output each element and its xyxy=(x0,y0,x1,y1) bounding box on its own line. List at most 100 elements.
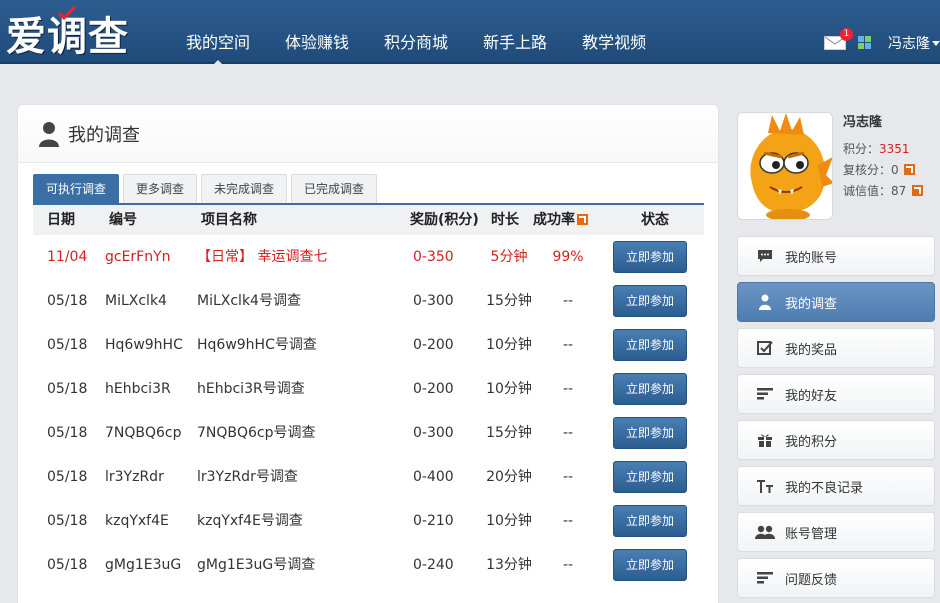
row-code: kzqYxf4E xyxy=(105,513,169,529)
lines-icon xyxy=(755,568,775,588)
join-button[interactable]: 立即参加 xyxy=(613,505,687,537)
tab-unfinished[interactable]: 未完成调查 xyxy=(201,174,288,203)
mail-icon[interactable]: 1 xyxy=(824,28,853,50)
table-row: 05/18 7NQBQ6cp 7NQBQ6cp号调查 0-300 15分钟 -- 立即参加 xyxy=(33,411,704,455)
join-button[interactable]: 立即参加 xyxy=(613,373,687,405)
nav-my-space[interactable]: 我的空间 xyxy=(172,0,264,66)
gift-icon xyxy=(755,430,775,450)
sidebar-menu: 我的账号 我的调查 我的奖品 我的好友 我的积分 我的不良记录 账号管理 问题反… xyxy=(737,236,935,603)
my-surveys-panel: 我的调查 可执行调查 更多调查 未完成调查 已完成调查 日期 编号 项目名称 奖… xyxy=(17,104,719,603)
tt-icon xyxy=(755,476,775,496)
row-name: Hq6w9hHC号调查 xyxy=(197,337,317,353)
sidebar-item-account[interactable]: 我的账号 xyxy=(737,236,935,276)
review-label: 复核分： xyxy=(843,163,892,177)
avatar[interactable] xyxy=(737,112,833,220)
sidebar-item-feedback[interactable]: 问题反馈 xyxy=(737,558,935,598)
nav-points-mall[interactable]: 积分商城 xyxy=(370,0,462,64)
sidebar-item-friends[interactable]: 我的好友 xyxy=(737,374,935,414)
review-line: 复核分：0 xyxy=(843,160,923,181)
row-name: 7NQBQ6cp号调查 xyxy=(197,425,316,441)
tab-finished[interactable]: 已完成调查 xyxy=(291,174,378,203)
lines-icon xyxy=(755,384,775,404)
nav-videos[interactable]: 教学视频 xyxy=(568,0,660,64)
col-reward: 奖励(积分) xyxy=(410,212,479,228)
site-logo[interactable]: 爱调查 xyxy=(6,6,129,60)
table-row: 05/18 MiLXclk4 MiLXclk4号调查 0-300 15分钟 -- 立即参加 xyxy=(33,279,704,323)
sidebar-item-prizes[interactable]: 我的奖品 xyxy=(737,328,935,368)
row-code: MiLXclk4 xyxy=(105,293,167,309)
sidebar-item-label: 我的不良记录 xyxy=(785,480,864,496)
join-button[interactable]: 立即参加 xyxy=(613,417,687,449)
sidebar-item-label: 我的奖品 xyxy=(785,342,838,358)
nav-newbie[interactable]: 新手上路 xyxy=(469,0,561,64)
col-rate: 成功率 xyxy=(533,205,588,235)
help-icon[interactable] xyxy=(577,214,588,225)
apps-grid-icon[interactable] xyxy=(858,36,872,50)
sidebar-item-bad-records[interactable]: 我的不良记录 xyxy=(737,466,935,506)
top-navbar: 爱调查 我的空间 体验赚钱 积分商城 新手上路 教学视频 1 冯志隆 xyxy=(0,0,940,66)
row-rate: 99% xyxy=(552,249,584,265)
panel-header: 我的调查 xyxy=(18,105,718,163)
col-status: 状态 xyxy=(641,212,669,228)
row-code: 7NQBQ6cp xyxy=(105,425,182,441)
points-label: 积分： xyxy=(843,142,880,156)
review-help-icon[interactable] xyxy=(904,164,916,175)
row-name: lr3YzRdr号调查 xyxy=(197,469,298,485)
row-duration: 10分钟 xyxy=(486,381,532,397)
row-code: gcErFnYn xyxy=(105,249,171,265)
row-duration: 20分钟 xyxy=(486,469,532,485)
join-button[interactable]: 立即参加 xyxy=(613,329,687,361)
row-date: 05/18 xyxy=(47,425,88,441)
credit-help-icon[interactable] xyxy=(912,185,924,196)
table-row: 05/18 lr3YzRdr lr3YzRdr号调查 0-400 20分钟 -- 立即参加 xyxy=(33,455,704,499)
tab-more[interactable]: 更多调查 xyxy=(123,174,198,203)
row-duration: 15分钟 xyxy=(486,425,532,441)
row-reward: 0-200 xyxy=(413,337,454,353)
row-name: kzqYxf4E号调查 xyxy=(197,513,303,529)
profile-card: 冯志隆 积分：3351 复核分：0 诚信值：87 xyxy=(737,112,940,222)
row-code: lr3YzRdr xyxy=(105,469,164,485)
row-rate: -- xyxy=(562,469,574,485)
row-duration: 10分钟 xyxy=(486,337,532,353)
chat-icon xyxy=(755,246,775,266)
sidebar-item-label: 账号管理 xyxy=(785,526,838,542)
sidebar-item-surveys[interactable]: 我的调查 xyxy=(737,282,935,322)
col-name: 项目名称 xyxy=(201,212,257,228)
sidebar-item-label: 我的调查 xyxy=(785,296,838,312)
sidebar-item-account-manage[interactable]: 账号管理 xyxy=(737,512,935,552)
row-rate: -- xyxy=(562,381,574,397)
row-reward: 0-200 xyxy=(413,381,454,397)
row-name: gMg1E3uG号调查 xyxy=(197,557,316,573)
person-icon xyxy=(755,292,775,312)
row-reward: 0-300 xyxy=(413,293,454,309)
row-code: hEhbci3R xyxy=(105,381,171,397)
row-name: hEhbci3R号调查 xyxy=(197,381,305,397)
sidebar-item-label: 我的账号 xyxy=(785,250,838,266)
person-icon xyxy=(39,121,59,147)
group-icon xyxy=(755,522,775,542)
points-value: 3351 xyxy=(879,142,910,156)
table-row: 05/18 hEhbci3R hEhbci3R号调查 0-200 10分钟 -- 立即参加 xyxy=(33,367,704,411)
survey-tabs: 可执行调查 更多调查 未完成调查 已完成调查 xyxy=(33,174,381,203)
row-rate: -- xyxy=(562,337,574,353)
row-rate: -- xyxy=(562,513,574,529)
join-button[interactable]: 立即参加 xyxy=(613,461,687,493)
sidebar-item-points[interactable]: 我的积分 xyxy=(737,420,935,460)
row-rate: -- xyxy=(562,425,574,441)
join-button[interactable]: 立即参加 xyxy=(613,241,687,273)
header-username[interactable]: 冯志隆 xyxy=(888,33,930,53)
sidebar-item-label: 我的好友 xyxy=(785,388,838,404)
row-name: MiLXclk4号调查 xyxy=(197,293,301,309)
row-rate: -- xyxy=(562,557,574,573)
credit-line: 诚信值：87 xyxy=(843,181,924,202)
join-button[interactable]: 立即参加 xyxy=(613,285,687,317)
row-duration: 13分钟 xyxy=(486,557,532,573)
table-row: 05/18 kzqYxf4E kzqYxf4E号调查 0-210 10分钟 -- 立即参加 xyxy=(33,499,704,543)
chevron-down-icon[interactable] xyxy=(932,40,940,46)
tab-executable[interactable]: 可执行调查 xyxy=(33,174,120,203)
row-code: gMg1E3uG xyxy=(105,557,182,573)
row-duration: 10分钟 xyxy=(486,513,532,529)
nav-earn[interactable]: 体验赚钱 xyxy=(271,0,363,64)
row-duration: 15分钟 xyxy=(486,293,532,309)
join-button[interactable]: 立即参加 xyxy=(613,549,687,581)
